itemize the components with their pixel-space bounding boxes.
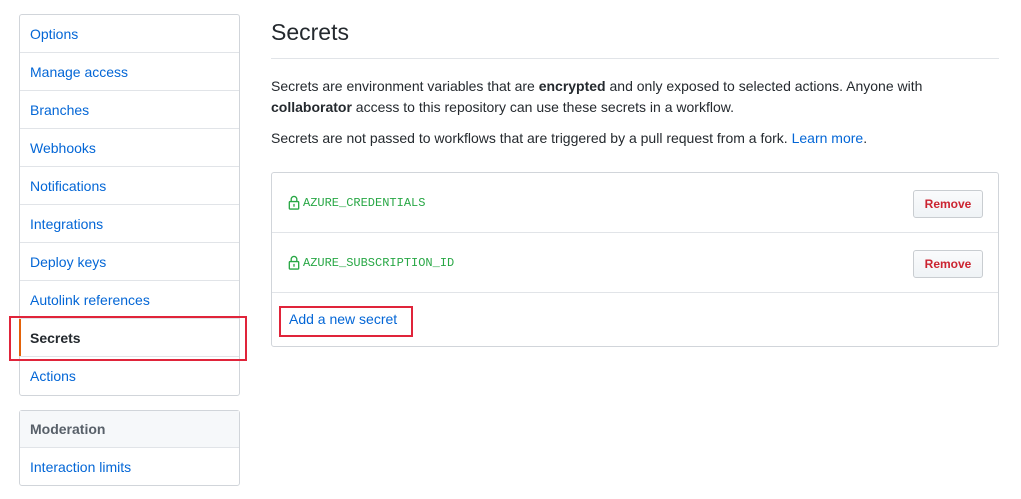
sidebar-item-actions[interactable]: Actions — [20, 357, 239, 395]
secret-name: AZURE_CREDENTIALS — [303, 195, 426, 210]
description-bold-encrypted: encrypted — [538, 78, 606, 94]
sidebar-item-webhooks[interactable]: Webhooks — [20, 129, 239, 167]
fork-note: Secrets are not passed to workflows that… — [271, 128, 971, 149]
sidebar-item-options[interactable]: Options — [20, 15, 239, 53]
secret-name-container: AZURE_SUBSCRIPTION_ID — [288, 255, 454, 270]
sidebar-item-integrations[interactable]: Integrations — [20, 205, 239, 243]
sidebar-item-deploy-keys[interactable]: Deploy keys — [20, 243, 239, 281]
remove-secret-button[interactable]: Remove — [913, 250, 983, 278]
description-text-1: Secrets are environment variables that a… — [271, 78, 539, 94]
sidebar-item-manage-access[interactable]: Manage access — [20, 53, 239, 91]
secrets-highlight-box — [9, 316, 247, 361]
sidebar-item-branches[interactable]: Branches — [20, 91, 239, 129]
secret-row: AZURE_SUBSCRIPTION_ID Remove — [272, 233, 998, 293]
fork-note-end: . — [863, 130, 868, 146]
moderation-nav: Moderation Interaction limits — [19, 410, 240, 486]
description-text-2: and only exposed to selected actions. An… — [605, 78, 923, 94]
secret-name: AZURE_SUBSCRIPTION_ID — [303, 255, 455, 270]
description-bold-collaborator: collaborator — [271, 99, 352, 115]
secrets-description: Secrets are environment variables that a… — [271, 76, 971, 118]
remove-secret-button[interactable]: Remove — [913, 190, 983, 218]
lock-icon — [288, 255, 300, 270]
page-title: Secrets — [271, 19, 999, 59]
fork-note-text: Secrets are not passed to workflows that… — [271, 130, 792, 146]
sidebar-item-notifications[interactable]: Notifications — [20, 167, 239, 205]
description-text-3: access to this repository can use these … — [351, 99, 734, 115]
secret-row: AZURE_CREDENTIALS Remove — [272, 173, 998, 233]
lock-icon — [288, 195, 300, 210]
secret-name-container: AZURE_CREDENTIALS — [288, 195, 425, 210]
secrets-list: AZURE_CREDENTIALS Remove AZURE_SUBSCRIPT… — [271, 172, 999, 347]
add-new-secret-link[interactable]: Add a new secret — [289, 311, 397, 327]
sidebar-item-autolink-references[interactable]: Autolink references — [20, 281, 239, 319]
learn-more-link[interactable]: Learn more — [792, 130, 864, 146]
moderation-header: Moderation — [20, 411, 239, 448]
sidebar-item-interaction-limits[interactable]: Interaction limits — [20, 448, 239, 486]
